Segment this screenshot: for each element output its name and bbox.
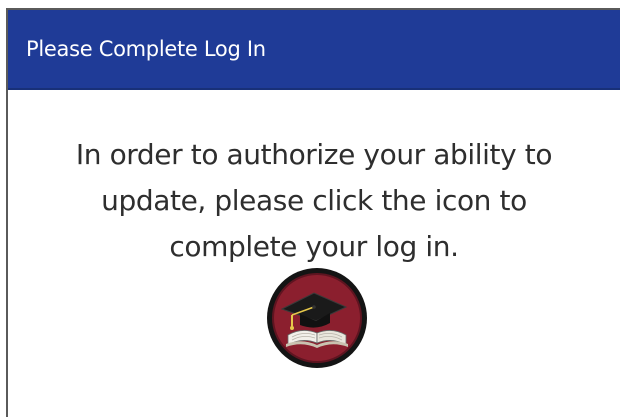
message-line: complete your log in. — [169, 230, 459, 263]
dialog-message: In order to authorize your ability to up… — [8, 132, 620, 270]
login-dialog: Please Complete Log In In order to autho… — [6, 8, 620, 417]
message-line: In order to authorize your ability to — [75, 138, 553, 171]
message-line: update, please click the icon to — [101, 184, 527, 217]
login-icon-button[interactable] — [266, 267, 368, 369]
dialog-title: Please Complete Log In — [26, 37, 266, 61]
graduation-cap-book-icon — [267, 268, 367, 368]
dialog-titlebar: Please Complete Log In — [8, 10, 620, 90]
